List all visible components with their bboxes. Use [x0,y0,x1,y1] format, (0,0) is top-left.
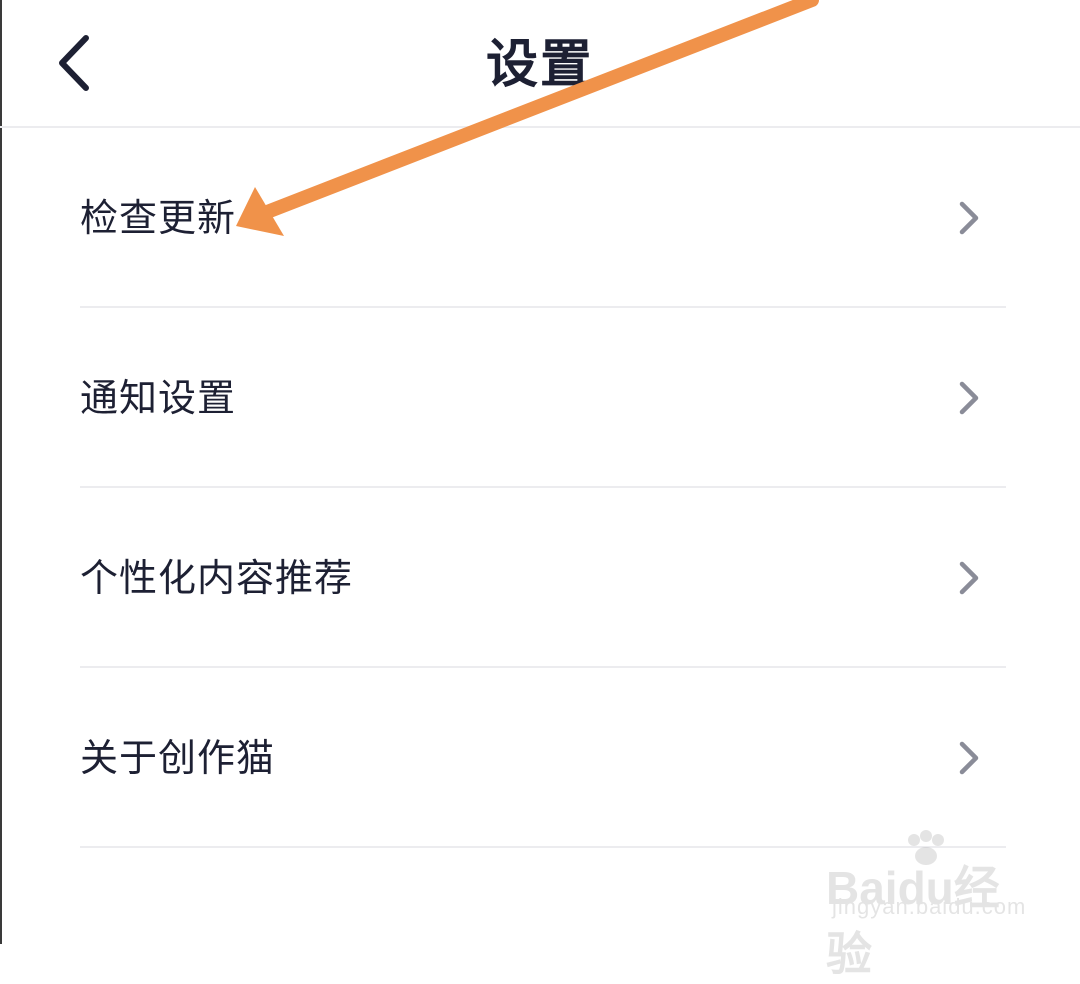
header-bar: 设置 [0,0,1080,128]
chevron-right-icon [959,381,979,415]
menu-item-label: 个性化内容推荐 [80,556,354,600]
menu-item-about[interactable]: 关于创作猫 [0,668,1080,848]
menu-item-personalized-recommendations[interactable]: 个性化内容推荐 [0,488,1080,668]
chevron-right-icon [959,201,979,235]
watermark-url: jingyan.baidu.com [832,894,1027,919]
menu-item-check-update[interactable]: 检查更新 [0,128,1080,308]
menu-item-label: 通知设置 [80,376,237,420]
chevron-right-icon [959,741,979,775]
chevron-right-icon [959,561,979,595]
page-title: 设置 [485,35,594,95]
menu-item-label: 检查更新 [80,196,237,240]
menu-item-label: 关于创作猫 [80,736,276,780]
menu-item-notification-settings[interactable]: 通知设置 [0,308,1080,488]
baidu-jingyan-watermark: Baidu经验 jingyan.baidu.com [826,828,1036,980]
settings-menu-list: 检查更新 通知设置 个性化内容推荐 关于创作猫 [0,128,1080,848]
